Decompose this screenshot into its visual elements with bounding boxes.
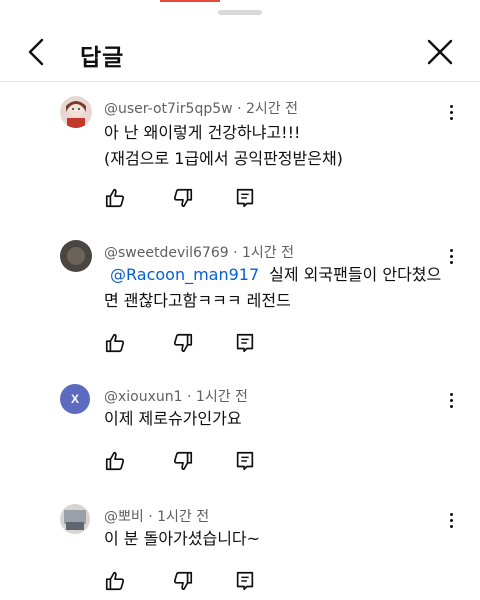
avatar[interactable] — [60, 240, 92, 272]
top-accent-bar — [160, 0, 220, 2]
more-vert-icon — [449, 512, 453, 516]
avatar[interactable]: X — [60, 384, 90, 414]
reply-icon[interactable] — [234, 332, 256, 354]
close-icon — [427, 39, 453, 65]
comment-time: 1시간 전 — [157, 509, 210, 525]
comment-text: 아 난 왜이렇게 건강하냐고!!! (재검으로 1급에서 공익판정받은채) — [104, 120, 454, 172]
avatar[interactable] — [60, 96, 92, 128]
sheet-drag-handle[interactable] — [218, 10, 262, 15]
comment-author[interactable]: @sweetdevil6769 — [104, 245, 229, 261]
comment-line: 실제 외국팬들이 안다쳤으 — [269, 265, 442, 284]
thumb-up-icon[interactable] — [104, 332, 126, 354]
comment-author[interactable]: @뽀비 — [104, 509, 144, 525]
comment-line: (재검으로 1급에서 공익판정받은채) — [104, 149, 343, 168]
more-vert-icon — [449, 392, 453, 396]
comment-text: @Racoon_man917 실제 외국팬들이 안다쳤으 면 괜찮다고함ㅋㅋㅋ 레… — [104, 262, 454, 314]
comment-meta: @user-ot7ir5qp5w · 2시간 전 — [104, 98, 298, 118]
comment-line: 면 괜찮다고함ㅋㅋㅋ 레전드 — [104, 291, 291, 310]
meta-separator: · — [187, 389, 192, 405]
avatar[interactable] — [60, 504, 90, 534]
more-options-button[interactable] — [443, 388, 459, 412]
close-button[interactable] — [420, 32, 460, 72]
comment-time: 2시간 전 — [245, 101, 298, 117]
meta-separator: · — [233, 245, 238, 261]
comment-text: 이 분 돌아가셨습니다~ — [104, 526, 454, 552]
comment-author[interactable]: @xiouxun1 — [104, 389, 183, 405]
thumb-down-icon[interactable] — [172, 187, 194, 209]
comment-actions — [104, 450, 264, 474]
comment-line: 이 분 돌아가셨습니다~ — [104, 529, 261, 548]
thumb-down-icon[interactable] — [172, 450, 194, 472]
more-vert-icon — [449, 104, 453, 108]
comment-meta: @xiouxun1 · 1시간 전 — [104, 386, 248, 406]
comment-actions — [104, 570, 264, 594]
page-title: 답글 — [80, 45, 125, 71]
comment-text: 이제 제로슈가인가요 — [104, 406, 454, 432]
more-options-button[interactable] — [443, 100, 459, 124]
comment-author[interactable]: @user-ot7ir5qp5w — [104, 101, 233, 117]
comment-time: 1시간 전 — [242, 245, 295, 261]
comment-meta: @뽀비 · 1시간 전 — [104, 506, 209, 526]
comment-meta: @sweetdevil6769 · 1시간 전 — [104, 242, 294, 262]
reply-icon[interactable] — [234, 187, 256, 209]
meta-separator: · — [237, 101, 242, 117]
comment-time: 1시간 전 — [195, 389, 248, 405]
back-button[interactable] — [18, 30, 54, 74]
thumb-up-icon[interactable] — [104, 187, 126, 209]
reply-icon[interactable] — [234, 570, 256, 592]
meta-separator: · — [148, 509, 153, 525]
chevron-left-icon — [28, 38, 44, 66]
comment-actions — [104, 187, 264, 211]
thumb-down-icon[interactable] — [172, 332, 194, 354]
comment-line: 아 난 왜이렇게 건강하냐고!!! — [104, 123, 301, 142]
thumb-up-icon[interactable] — [104, 450, 126, 472]
comment-line: 이제 제로슈가인가요 — [104, 409, 242, 428]
replies-header: 답글 — [0, 22, 480, 82]
comment-actions — [104, 332, 264, 356]
more-options-button[interactable] — [443, 244, 459, 268]
avatar-letter: X — [70, 392, 79, 406]
more-vert-icon — [449, 248, 453, 252]
mention-link[interactable]: @Racoon_man917 — [110, 265, 259, 284]
more-options-button[interactable] — [443, 508, 459, 532]
thumb-up-icon[interactable] — [104, 570, 126, 592]
thumb-down-icon[interactable] — [172, 570, 194, 592]
reply-icon[interactable] — [234, 450, 256, 472]
